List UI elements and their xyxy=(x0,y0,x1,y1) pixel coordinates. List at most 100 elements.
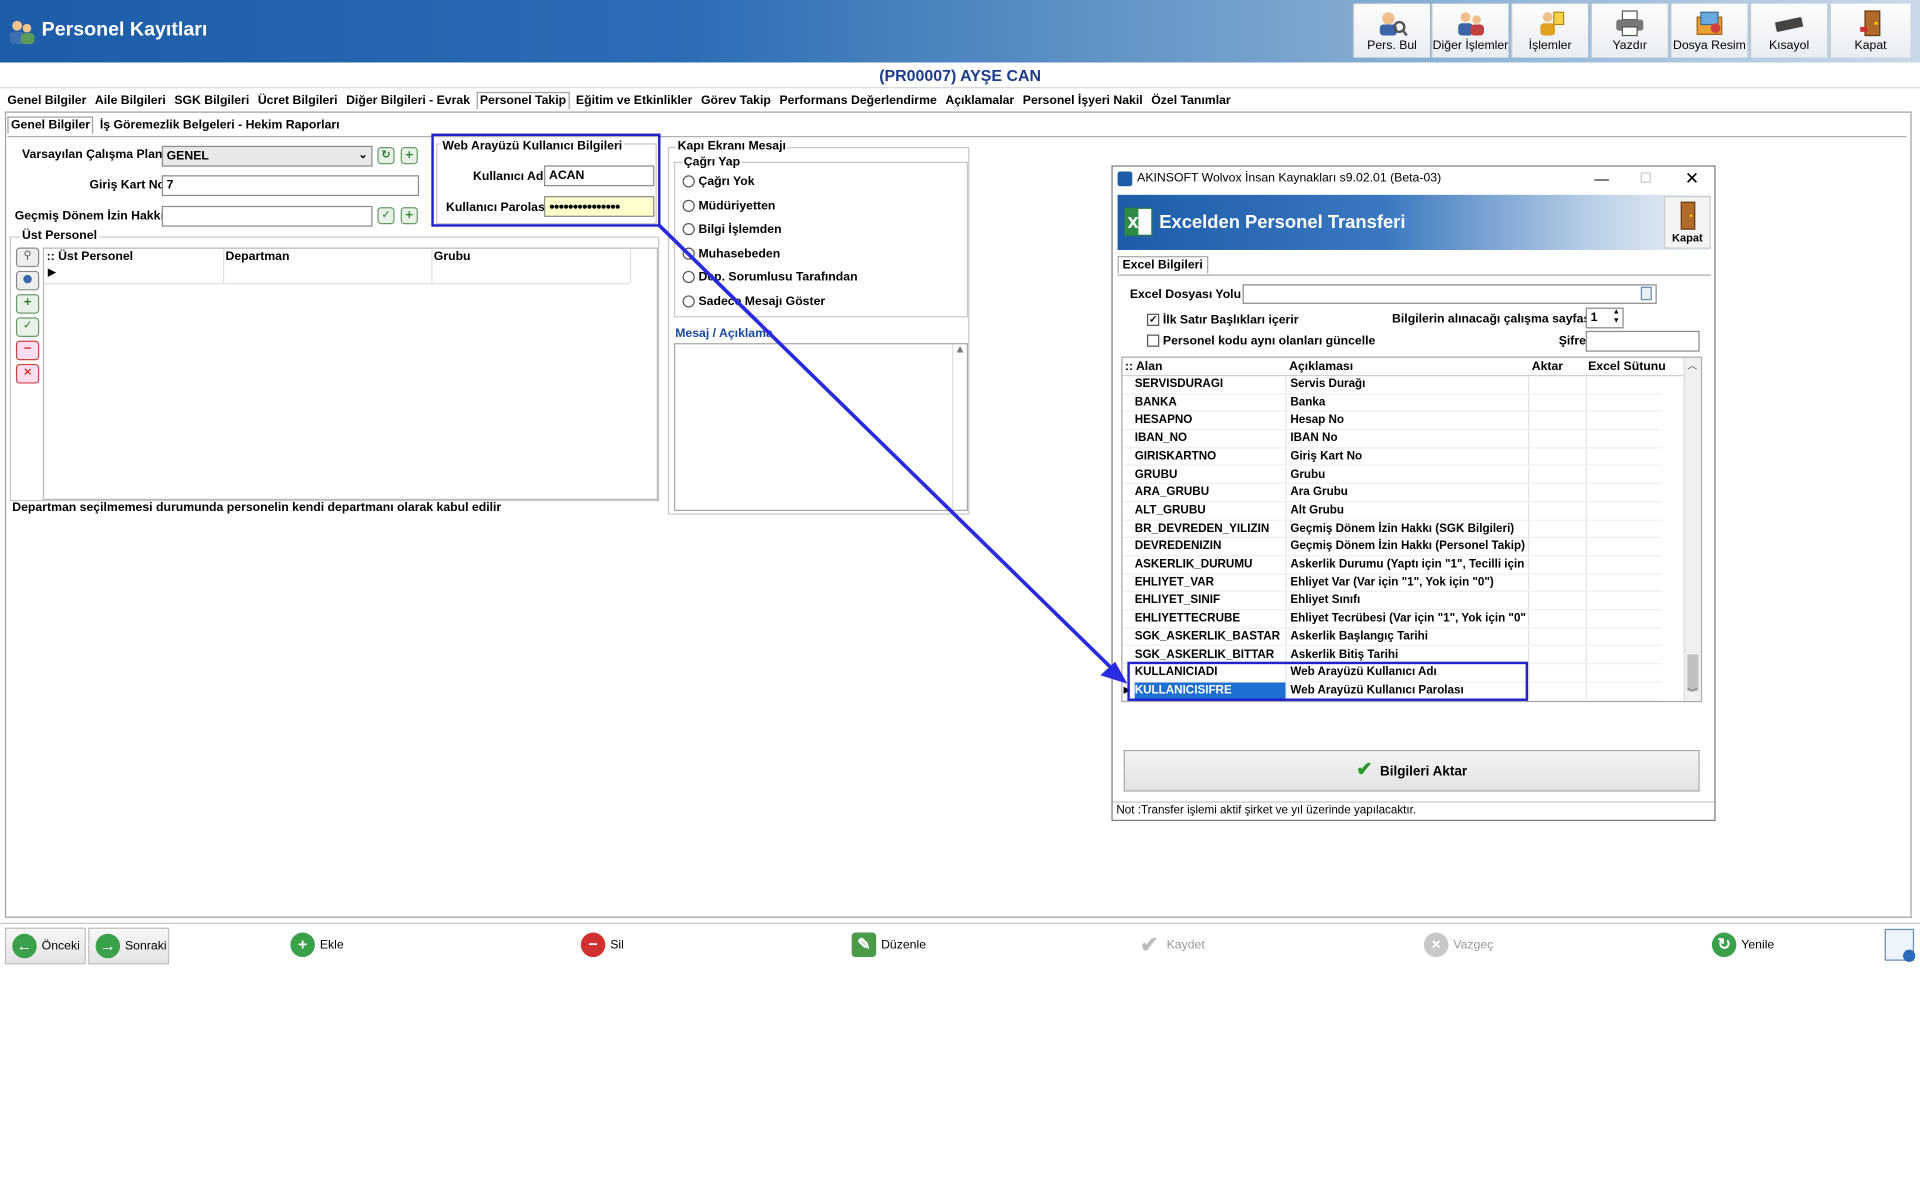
yenile-button[interactable]: ↻ Yenile xyxy=(1711,928,1774,965)
sil-button[interactable]: − Sil xyxy=(580,928,624,965)
person-icon[interactable]: ● xyxy=(15,270,40,291)
add-izin-icon[interactable]: + xyxy=(400,207,418,225)
field-name: GRUBU xyxy=(1134,467,1178,481)
kaydet-button[interactable]: ✔ Kaydet xyxy=(1137,928,1205,965)
arrow-right-icon: → xyxy=(95,934,121,959)
sonraki-button[interactable]: → Sonraki xyxy=(88,927,170,965)
sifre-input[interactable] xyxy=(1585,330,1700,352)
calisma-plani-select[interactable]: GENEL ⌄ xyxy=(161,145,373,167)
tab-sgk-bilgileri[interactable]: SGK Bilgileri xyxy=(172,93,252,109)
tab-diger-bilgileri[interactable]: Diğer Bilgileri - Evrak xyxy=(344,93,473,109)
check-icon[interactable]: ✓ xyxy=(377,207,395,225)
mesaj-scrollbar[interactable]: ▲ xyxy=(952,344,967,510)
radio-cagri-yok[interactable]: Çağrı Yok xyxy=(682,175,965,199)
remove-icon[interactable]: − xyxy=(15,340,40,361)
excel-path-input[interactable] xyxy=(1242,284,1657,304)
hdr-aktar: Aktar xyxy=(1531,360,1564,374)
tab-performans[interactable]: Performans Değerlendirme xyxy=(777,93,939,109)
tab-personel-takip[interactable]: Personel Takip xyxy=(476,91,570,110)
field-row[interactable]: GRUBU Grubu xyxy=(1122,466,1662,485)
chk-personel-kodu[interactable]: Personel kodu aynı olanları güncelle xyxy=(1146,335,1375,348)
export-icon[interactable] xyxy=(1884,928,1916,962)
dosya-resim-button[interactable]: Dosya Resim xyxy=(1670,3,1748,58)
tab-isyeri-nakil[interactable]: Personel İşyeri Nakil xyxy=(1020,93,1145,109)
chk-ilk-satir[interactable]: ✓ İlk Satır Başlıkları içerir xyxy=(1146,314,1298,327)
ust-personel-grid[interactable]: :: Üst Personel Departman Grubu ▶ xyxy=(42,247,659,500)
vazgec-button[interactable]: × Vazgeç xyxy=(1423,928,1493,965)
field-row[interactable]: BR_DEVREDEN_YILIZIN Geçmiş Dönem İzin Hak… xyxy=(1122,520,1662,539)
add-icon[interactable]: + xyxy=(15,294,40,314)
subtab-is-goremezlik[interactable]: İş Göremezlik Belgeleri - Hekim Raporlar… xyxy=(97,118,342,134)
tab-gorev-takip[interactable]: Görev Takip xyxy=(699,93,774,109)
tab-ucret-bilgileri[interactable]: Ücret Bilgileri xyxy=(255,93,340,109)
dialog-kapat-button[interactable]: Kapat xyxy=(1664,196,1711,249)
field-row[interactable]: SERVISDURAGI Servis Durağı xyxy=(1122,376,1662,395)
cagri-options: Çağrı Yok Müdüriyetten Bilgi İşlemden Mu… xyxy=(682,175,965,319)
dialog-banner: X Excelden Personel Transferi Kapat xyxy=(1117,194,1711,250)
giris-kart-input[interactable]: 7 xyxy=(161,175,420,197)
subtab-genel-bilgiler[interactable]: Genel Bilgiler xyxy=(7,116,94,134)
radio-sadece-mesaj[interactable]: Sadece Mesajı Göster xyxy=(682,295,965,319)
tab-aciklamalar[interactable]: Açıklamalar xyxy=(943,93,1017,109)
field-row[interactable]: GIRISKARTNO Giriş Kart No xyxy=(1122,448,1662,467)
kisayol-button[interactable]: Kısayol xyxy=(1749,3,1828,58)
field-row[interactable]: ASKERLIK_DURUMU Askerlik Durumu (Yaptı iç… xyxy=(1122,556,1662,575)
pers-bul-button[interactable]: Pers. Bul xyxy=(1352,3,1431,58)
radio-icon xyxy=(682,199,695,212)
confirm-icon[interactable]: ✓ xyxy=(15,317,40,337)
radio-mudur[interactable]: Müdüriyetten xyxy=(682,199,965,223)
yazdir-button[interactable]: Yazdır xyxy=(1590,3,1668,58)
spin-icon: ▲ ▼ xyxy=(1612,308,1620,325)
record-title: (PR00007) AYŞE CAN xyxy=(0,62,1920,89)
tab-genel-bilgiler[interactable]: Genel Bilgiler xyxy=(5,93,89,109)
grid-scrollbar[interactable]: ︿ ﹀ xyxy=(1683,357,1701,701)
radio-bilgi-islem[interactable]: Bilgi İşlemden xyxy=(682,223,965,247)
duzenle-button[interactable]: ✎ Düzenle xyxy=(851,928,926,965)
ekle-button[interactable]: + Ekle xyxy=(290,928,344,965)
field-row[interactable]: EHLIYET_VAR Ehliyet Var (Var için "1", Yo… xyxy=(1122,574,1662,593)
radio-dep-sorumlusu[interactable]: Dep. Sorumlusu Tarafından xyxy=(682,271,965,295)
refresh-plan-icon[interactable]: ↻ xyxy=(377,147,395,165)
field-name: BR_DEVREDEN_YILIZIN xyxy=(1134,521,1270,536)
field-name: ALT_GRUBU xyxy=(1134,503,1206,517)
close-icon[interactable]: ✕ xyxy=(1685,165,1699,190)
hdr-alan: Alan xyxy=(1135,360,1163,374)
add-plan-icon[interactable]: + xyxy=(400,147,418,165)
kapat-button[interactable]: Kapat xyxy=(1829,3,1911,58)
diger-islemler-label: Diğer İşlemler xyxy=(1432,39,1509,53)
field-row[interactable]: EHLIYETTECRUBE Ehliyet Tecrübesi (Var içi… xyxy=(1122,610,1662,629)
field-row[interactable]: BANKA Banka xyxy=(1122,394,1662,413)
sheet-spinner[interactable]: 1 ▲ ▼ xyxy=(1585,307,1624,329)
grid-header-departman: Departman xyxy=(225,249,290,264)
field-row[interactable]: DEVREDENIZIN Geçmiş Dönem İzin Hakkı (Per… xyxy=(1122,538,1662,557)
scroll-up-icon[interactable]: ︿ xyxy=(1687,359,1697,372)
tab-egitim[interactable]: Eğitim ve Etkinlikler xyxy=(573,93,694,109)
find-person-icon[interactable]: ⚲ xyxy=(15,247,40,268)
onceki-button[interactable]: ← Önceki xyxy=(4,927,86,965)
maximize-icon[interactable]: ☐ xyxy=(1640,167,1652,192)
tab-ozel-tanimlar[interactable]: Özel Tanımlar xyxy=(1149,93,1233,109)
kapi-group-label: Kapı Ekranı Mesajı xyxy=(676,139,788,154)
field-description: Ara Grubu xyxy=(1290,485,1348,499)
field-row[interactable]: IBAN_NO IBAN No xyxy=(1122,430,1662,449)
field-row[interactable]: SGK_ASKERLIK_BASTAR Askerlik Başlangıç Ta… xyxy=(1122,628,1662,647)
gecmis-izin-input[interactable] xyxy=(161,205,373,227)
mesaj-textarea[interactable]: ▲ xyxy=(673,343,969,511)
delete-icon[interactable]: × xyxy=(15,363,40,384)
field-row[interactable]: ALT_GRUBU Alt Grubu xyxy=(1122,502,1662,521)
field-grid[interactable]: :: Alan Açıklaması Aktar Excel Sütunu SE… xyxy=(1121,356,1703,703)
dialog-titlebar: AKINSOFT Wolvox İnsan Kaynakları s9.02.0… xyxy=(1113,167,1715,192)
scroll-down-icon[interactable]: ﹀ xyxy=(1687,686,1697,699)
field-row[interactable]: HESAPNO Hesap No xyxy=(1122,412,1662,431)
minimize-icon[interactable]: — xyxy=(1594,167,1609,192)
tab-aile-bilgileri[interactable]: Aile Bilgileri xyxy=(92,93,168,109)
bilgileri-aktar-button[interactable]: ✔ Bilgileri Aktar xyxy=(1123,749,1700,792)
diger-islemler-button[interactable]: Diğer İşlemler xyxy=(1431,3,1509,58)
dialog-tab-excel[interactable]: Excel Bilgileri xyxy=(1117,256,1208,274)
field-row[interactable]: ARA_GRUBU Ara Grubu xyxy=(1122,484,1662,503)
radio-icon xyxy=(682,223,695,236)
radio-muhasebe[interactable]: Muhasebeden xyxy=(682,247,965,271)
kisayol-label: Kısayol xyxy=(1768,39,1810,53)
field-row[interactable]: EHLIYET_SINIF Ehliyet Sınıfı xyxy=(1122,592,1662,611)
islemler-button[interactable]: İşlemler xyxy=(1510,3,1589,58)
